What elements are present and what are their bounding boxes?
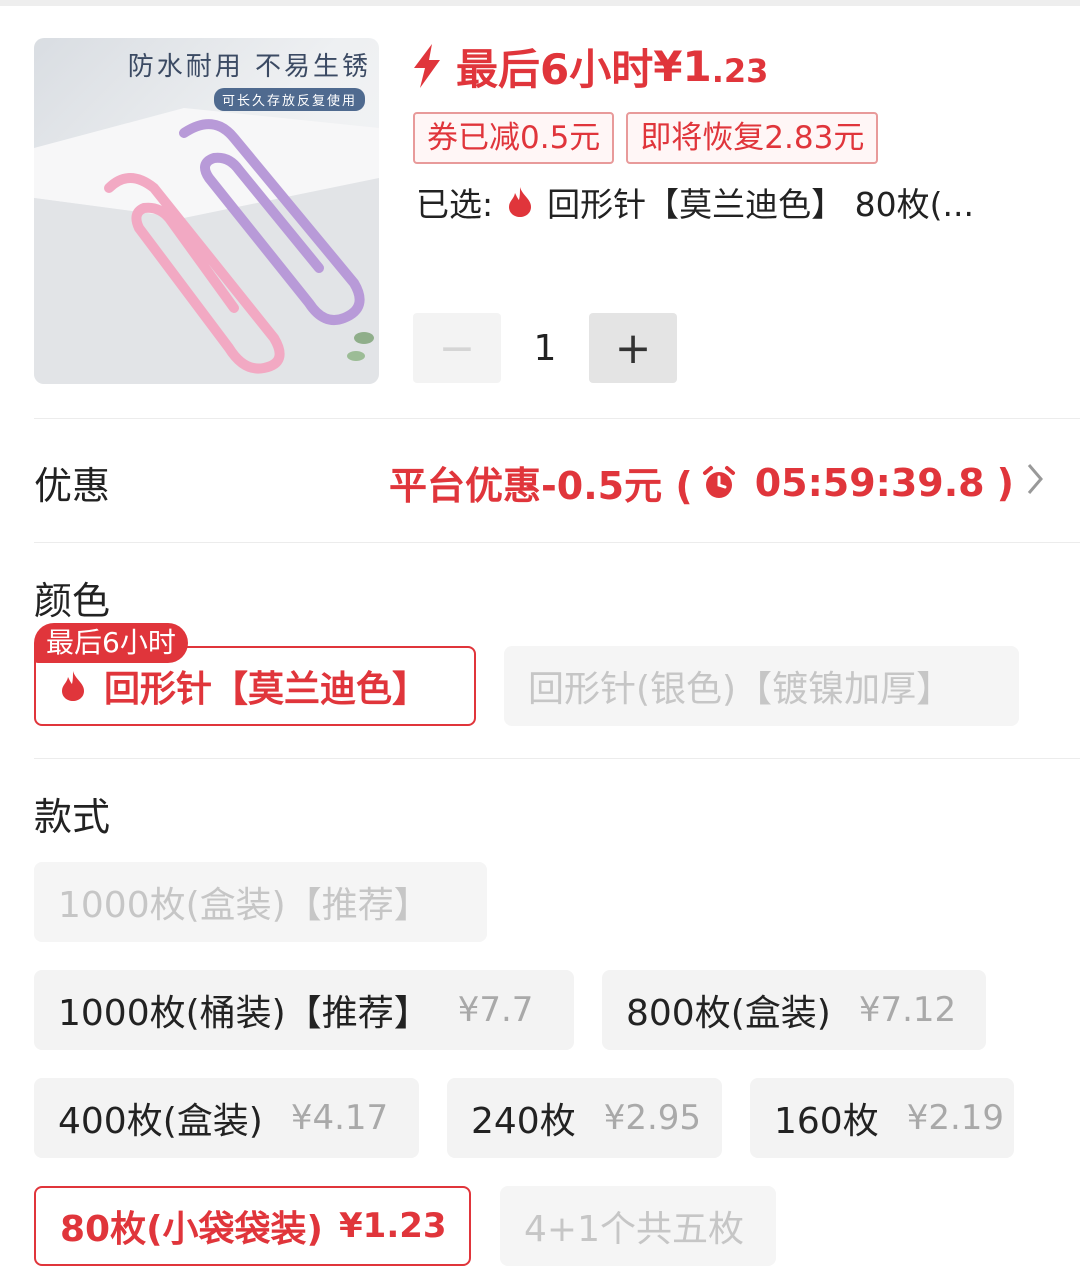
promo-row[interactable]: 平台优惠-0.5元 ( 05:59:39.8 ): [389, 455, 1014, 510]
decrease-button[interactable]: −: [413, 313, 501, 383]
option-label: 1000枚(盒装)【推荐】: [58, 885, 430, 926]
style-option-4plus1[interactable]: 4+1个共五枚: [500, 1186, 776, 1266]
style-option-1000-box[interactable]: 1000枚(盒装)【推荐】: [34, 862, 487, 942]
alarm-clock-icon: [702, 465, 735, 498]
restore-price-tag: 即将恢复2.83元: [626, 112, 879, 164]
style-option-80-bag[interactable]: 80枚(小袋袋装) ¥1.23: [34, 1186, 471, 1266]
image-subline: 可长久存放反复使用: [213, 88, 365, 111]
option-price: ¥2.19: [906, 1098, 1005, 1138]
price-decimal: .23: [711, 52, 769, 90]
countdown-badge: 最后6小时: [34, 623, 188, 663]
style-option-240[interactable]: 240枚 ¥2.95: [447, 1078, 722, 1158]
price-integer: ¥1: [653, 41, 712, 91]
selected-text: 回形针【莫兰迪色】 80枚(...: [547, 185, 974, 224]
option-label: 240枚: [471, 1101, 576, 1142]
divider: [34, 758, 1080, 759]
lightning-icon: [414, 44, 440, 88]
style-option-160[interactable]: 160枚 ¥2.19: [750, 1078, 1014, 1158]
promo-close-paren: ): [996, 460, 1014, 505]
fire-icon: [62, 671, 84, 701]
option-label: 1000枚(桶装)【推荐】: [58, 993, 430, 1034]
option-label: 400枚(盒装): [58, 1101, 263, 1142]
option-price: ¥7.12: [858, 990, 957, 1030]
price-header: 最后6小时 ¥1 .23: [412, 38, 768, 94]
countdown-label: 最后6小时: [456, 44, 654, 94]
option-label: 回形针【莫兰迪色】: [104, 669, 429, 710]
selected-summary: 已选: 回形针【莫兰迪色】 80枚(...: [416, 178, 1056, 226]
color-option-silver[interactable]: 回形针(银色)【镀镍加厚】: [504, 646, 1019, 726]
option-label: 160枚: [774, 1101, 879, 1142]
promo-countdown: 05:59:39.8: [754, 460, 985, 505]
top-edge: [0, 0, 1080, 6]
promo-value: 平台优惠-0.5元 (: [389, 464, 693, 508]
color-section-label: 颜色: [34, 579, 111, 623]
quantity-stepper: − 1 +: [413, 313, 677, 383]
chevron-right-icon[interactable]: [1026, 462, 1044, 496]
discount-tags: 券已减0.5元 即将恢复2.83元: [413, 112, 879, 164]
option-price: ¥7.7: [457, 990, 534, 1030]
option-label: 80枚(小袋袋装): [60, 1209, 324, 1250]
coupon-tag: 券已减0.5元: [413, 112, 615, 164]
style-section-label: 款式: [34, 795, 111, 839]
option-price: ¥4.17: [290, 1098, 389, 1138]
fire-icon: [509, 187, 532, 217]
quantity-value[interactable]: 1: [501, 328, 589, 369]
option-label: 回形针(银色)【镀镍加厚】: [528, 669, 953, 710]
style-option-400-box[interactable]: 400枚(盒装) ¥4.17: [34, 1078, 419, 1158]
option-price: ¥1.23: [339, 1206, 447, 1246]
image-headline: 防水耐用 不易生锈: [127, 52, 371, 82]
style-option-1000-bucket[interactable]: 1000枚(桶装)【推荐】 ¥7.7: [34, 970, 574, 1050]
promo-label: 优惠: [34, 464, 111, 508]
increase-button[interactable]: +: [589, 313, 677, 383]
option-label: 800枚(盒装): [626, 993, 831, 1034]
style-option-800-box[interactable]: 800枚(盒装) ¥7.12: [602, 970, 986, 1050]
divider: [34, 418, 1080, 419]
option-price: ¥2.95: [603, 1098, 702, 1138]
option-label: 4+1个共五枚: [524, 1209, 744, 1250]
product-image[interactable]: 防水耐用 不易生锈 可长久存放反复使用: [34, 38, 379, 384]
divider: [34, 542, 1080, 543]
selected-prefix: 已选:: [416, 185, 494, 224]
